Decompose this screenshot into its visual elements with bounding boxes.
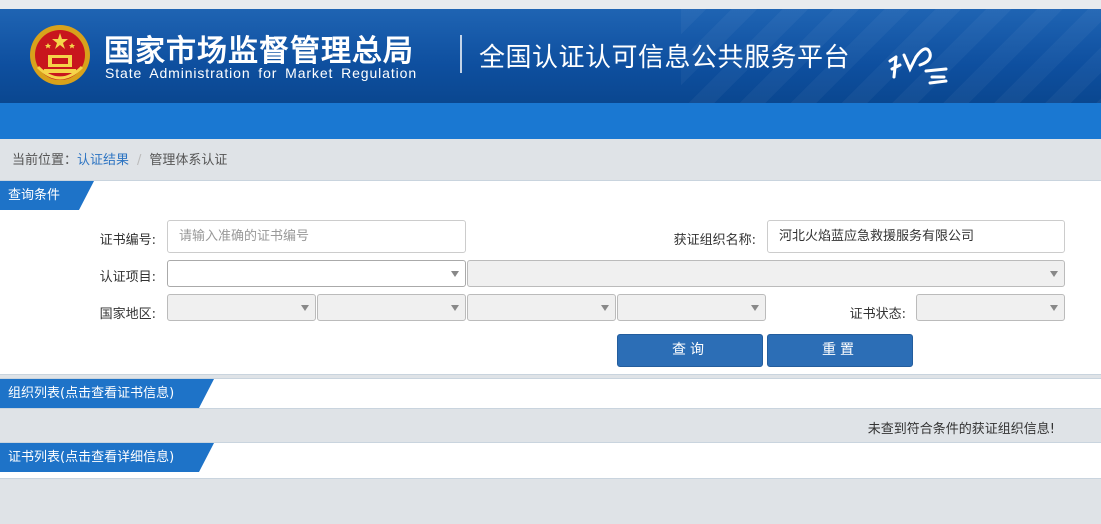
- district-select[interactable]: [617, 294, 766, 321]
- cert-no-input[interactable]: 请输入准确的证书编号: [167, 220, 466, 253]
- status-select[interactable]: [916, 294, 1065, 321]
- chevron-down-icon: [451, 305, 459, 311]
- query-section-title: 查询条件: [0, 181, 94, 210]
- agency-name-cn: 国家市场监督管理总局: [104, 34, 414, 69]
- project-label: 认证项目:: [99, 270, 156, 285]
- chevron-down-icon: [301, 305, 309, 311]
- org-name-label: 获证组织名称:: [673, 233, 756, 248]
- header-divider: [460, 35, 462, 73]
- sub-project-select[interactable]: [467, 260, 1065, 287]
- breadcrumb-separator: /: [137, 153, 142, 168]
- org-name-input[interactable]: 河北火焰蓝应急救援服务有限公司: [767, 220, 1065, 253]
- breadcrumb-link-results[interactable]: 认证结果: [77, 153, 129, 168]
- breadcrumb-current: 管理体系认证: [149, 153, 228, 168]
- reset-button[interactable]: 重置: [767, 334, 913, 367]
- search-button[interactable]: 查询: [617, 334, 763, 367]
- project-select[interactable]: [167, 260, 466, 287]
- cert-list-title: 证书列表(点击查看详细信息): [0, 443, 214, 472]
- chevron-down-icon: [1050, 271, 1058, 277]
- renyun-logo-icon: 认云: [888, 47, 948, 85]
- cert-list-panel: 证书列表(点击查看详细信息): [0, 442, 1101, 479]
- org-list-panel: 组织列表(点击查看证书信息): [0, 378, 1101, 409]
- chevron-down-icon: [751, 305, 759, 311]
- breadcrumb: 当前位置：认证结果 / 管理体系认证: [12, 149, 227, 168]
- nav-bar: [0, 103, 1101, 139]
- cert-no-label: 证书编号:: [99, 233, 156, 248]
- chevron-down-icon: [601, 305, 609, 311]
- platform-title: 全国认证认可信息公共服务平台: [479, 43, 851, 73]
- national-emblem-icon: [30, 25, 90, 85]
- org-list-empty-message: 未查到符合条件的获证组织信息!: [867, 422, 1055, 437]
- status-label: 证书状态:: [849, 307, 906, 322]
- province-select[interactable]: [317, 294, 466, 321]
- top-strip: [0, 0, 1101, 9]
- breadcrumb-prefix: 当前位置：: [12, 153, 78, 168]
- country-select[interactable]: [167, 294, 316, 321]
- chevron-down-icon: [1050, 305, 1058, 311]
- agency-name-en: State Administration for Market Regulati…: [105, 65, 418, 81]
- chevron-down-icon: [451, 271, 459, 277]
- site-header: 国家市场监督管理总局 State Administration for Mark…: [0, 9, 1101, 103]
- region-label: 国家地区:: [99, 307, 156, 322]
- org-list-title: 组织列表(点击查看证书信息): [0, 379, 214, 408]
- city-select[interactable]: [467, 294, 616, 321]
